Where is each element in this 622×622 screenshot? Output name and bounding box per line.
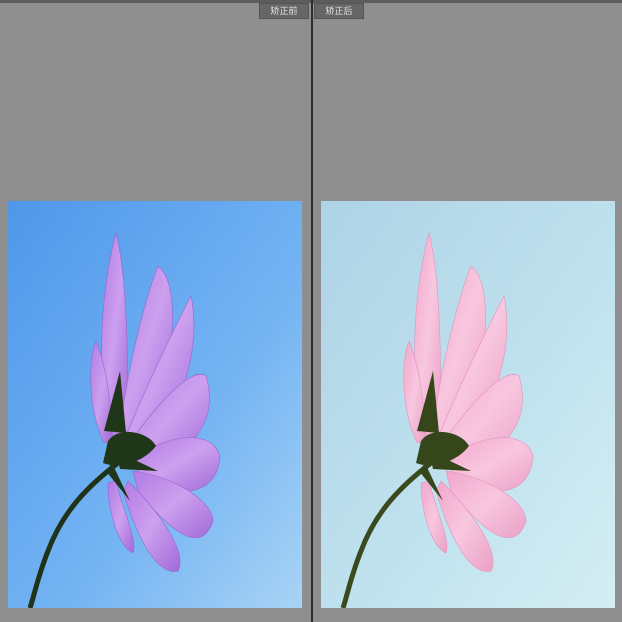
flower-image-before	[8, 201, 302, 608]
before-photo	[8, 201, 302, 608]
tab-before-correction[interactable]: 矫正前	[259, 3, 309, 19]
flower-image-after	[321, 201, 615, 608]
after-photo	[321, 201, 615, 608]
tab-after-correction[interactable]: 矫正后	[314, 3, 364, 19]
